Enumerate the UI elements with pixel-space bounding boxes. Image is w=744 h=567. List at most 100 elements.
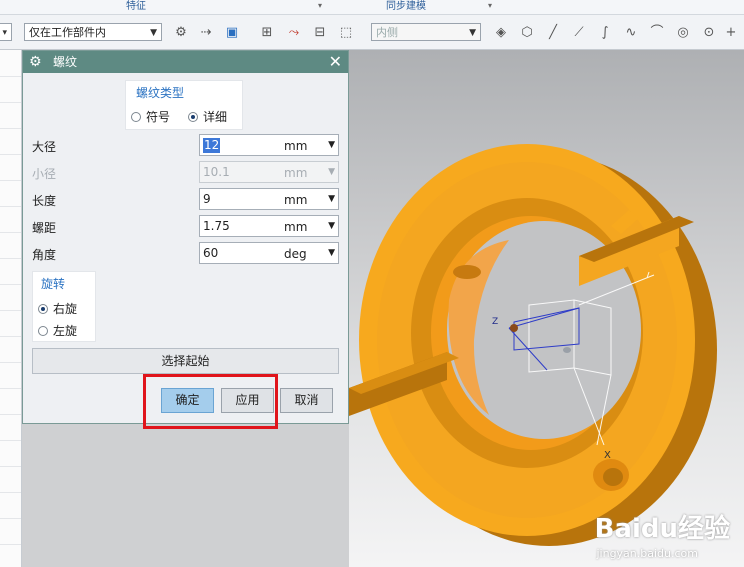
divider xyxy=(0,362,21,363)
move-icon[interactable]: ⤳ xyxy=(285,24,303,42)
divider xyxy=(0,544,21,545)
diagonal-icon[interactable]: ⟋ xyxy=(570,24,588,42)
radio-left-hand-label: 左旋 xyxy=(53,324,78,338)
chevron-down-icon[interactable]: ▼ xyxy=(328,246,335,261)
chevron-down-icon[interactable]: ▼ xyxy=(328,192,335,207)
label-angle: 角度 xyxy=(32,248,57,262)
group-label-features: 特征 xyxy=(126,1,146,12)
angle-value: 60 xyxy=(203,246,219,260)
cube-icon[interactable]: ⬡ xyxy=(518,24,536,42)
divider xyxy=(0,206,21,207)
plus-icon[interactable]: + xyxy=(722,24,740,42)
divider xyxy=(0,440,21,441)
chevron-down-icon[interactable]: ▾ xyxy=(488,1,492,10)
divider xyxy=(0,310,21,311)
snap-icon[interactable]: ⇢ xyxy=(197,24,215,42)
line-icon[interactable]: ╱ xyxy=(544,24,562,42)
chevron-down-icon[interactable]: ▼ xyxy=(328,219,335,234)
major-diameter-field[interactable]: 12 mm ▼ xyxy=(199,134,339,156)
scope-select-value: 仅在工作部件内 xyxy=(29,26,106,39)
major-diameter-value: 12 xyxy=(203,138,221,153)
chevron-down-icon: ▼ xyxy=(469,28,476,38)
divider xyxy=(0,180,21,181)
minor-diameter-field: 10.1 mm ▼ xyxy=(199,161,339,183)
minor-diameter-unit: mm xyxy=(284,166,308,180)
select-start-button[interactable]: 选择起始 xyxy=(32,348,339,374)
label-pitch: 螺距 xyxy=(32,221,57,235)
divider xyxy=(0,414,21,415)
divider xyxy=(0,492,21,493)
divider xyxy=(0,466,21,467)
divider xyxy=(0,76,21,77)
label-major-diameter: 大径 xyxy=(32,140,57,154)
graphics-viewport[interactable]: Z X Baidu经验 jingyan.baidu.com xyxy=(349,50,744,567)
pitch-unit: mm xyxy=(284,220,308,234)
divider xyxy=(0,336,21,337)
ribbon-group-bar: 特征 ▾ 同步建模 ▾ xyxy=(0,0,744,15)
dialog-title: 螺纹 xyxy=(53,55,78,69)
rotation-group: 旋转 右旋 左旋 xyxy=(32,271,96,342)
point-icon[interactable]: ⊙ xyxy=(700,24,718,42)
radio-indicator xyxy=(38,325,48,336)
label-length: 长度 xyxy=(32,194,57,208)
divider xyxy=(0,518,21,519)
annotation-highlight-box xyxy=(143,374,278,429)
assembly-icon[interactable]: ▣ xyxy=(223,24,241,42)
circle-icon[interactable]: ◎ xyxy=(674,24,692,42)
left-partial-combo[interactable]: ▾ xyxy=(0,23,12,41)
length-unit: mm xyxy=(284,193,308,207)
curve-icon[interactable]: ∫ xyxy=(596,24,614,42)
thread-type-group: 螺纹类型 符号 详细 xyxy=(125,80,243,130)
gear-icon: ⚙ xyxy=(29,54,42,70)
label-minor-diameter: 小径 xyxy=(32,167,57,181)
radio-right-hand[interactable]: 右旋 xyxy=(38,300,77,317)
chevron-down-icon[interactable]: ▾ xyxy=(318,1,322,10)
scope-select[interactable]: 仅在工作部件内 ▼ xyxy=(24,23,162,41)
group-label-sync-modeling: 同步建模 xyxy=(386,1,426,12)
dialog-title-bar[interactable]: ⚙ 螺纹 ✕ xyxy=(23,51,348,73)
arc-icon[interactable]: ⌒ xyxy=(648,24,666,42)
part-nav-icon[interactable]: ⚙ xyxy=(172,24,190,42)
close-icon[interactable]: ✕ xyxy=(329,52,342,72)
chevron-down-icon[interactable]: ▼ xyxy=(328,138,335,153)
thread-dialog: ⚙ 螺纹 ✕ 螺纹类型 符号 详细 大径 12 mm ▼ 小径 10.1 mm … xyxy=(22,50,349,424)
major-diameter-unit: mm xyxy=(284,139,308,153)
thread-type-heading: 螺纹类型 xyxy=(136,86,185,100)
axis-label-z: Z xyxy=(492,317,499,327)
pitch-field[interactable]: 1.75 mm ▼ xyxy=(199,215,339,237)
watermark-logo: Baidu经验 xyxy=(594,514,730,544)
length-field[interactable]: 9 mm ▼ xyxy=(199,188,339,210)
radio-symbol[interactable]: 符号 xyxy=(131,108,170,125)
divider xyxy=(0,232,21,233)
divider xyxy=(0,258,21,259)
length-value: 9 xyxy=(203,192,211,206)
radio-left-hand[interactable]: 左旋 xyxy=(38,322,77,339)
select-box-icon[interactable]: ⬚ xyxy=(337,24,355,42)
axis-label-x: X xyxy=(604,450,611,461)
radio-indicator-selected xyxy=(38,303,48,314)
inner-select-value: 内侧 xyxy=(376,26,398,39)
divider xyxy=(0,388,21,389)
inner-select[interactable]: 内侧 ▼ xyxy=(371,23,481,41)
chevron-down-icon: ▼ xyxy=(150,28,157,38)
radio-indicator xyxy=(131,111,141,122)
radio-detailed[interactable]: 详细 xyxy=(188,108,227,125)
constraint-icon[interactable]: ⊟ xyxy=(311,24,329,42)
radio-detailed-label: 详细 xyxy=(203,110,228,124)
angle-field[interactable]: 60 deg ▼ xyxy=(199,242,339,264)
cancel-button[interactable]: 取消 xyxy=(280,388,333,413)
watermark-url: jingyan.baidu.com xyxy=(596,547,698,560)
spline-icon[interactable]: ∿ xyxy=(622,24,640,42)
divider xyxy=(0,154,21,155)
add-component-icon[interactable]: ⊞ xyxy=(258,24,276,42)
navigator-strip[interactable] xyxy=(0,50,22,567)
radio-symbol-label: 符号 xyxy=(146,110,171,124)
part-model[interactable] xyxy=(349,50,744,567)
divider xyxy=(0,284,21,285)
rotation-heading: 旋转 xyxy=(41,277,66,291)
radio-indicator-selected xyxy=(188,111,198,122)
divider xyxy=(0,102,21,103)
pitch-value: 1.75 xyxy=(203,219,230,233)
view-icon[interactable]: ◈ xyxy=(492,24,510,42)
chevron-down-icon: ▼ xyxy=(328,167,335,177)
